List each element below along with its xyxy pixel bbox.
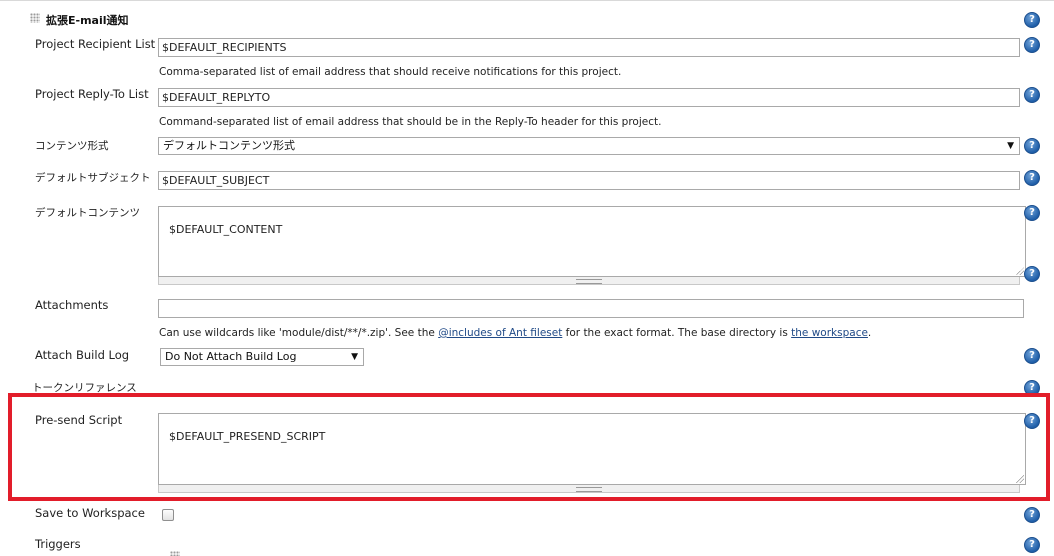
presend-script-label: Pre-send Script [35,413,123,427]
resize-handle-icon[interactable] [1016,475,1024,483]
default-subject-label: デフォルトサブジェクト [35,172,151,184]
replyto-list-input[interactable]: $DEFAULT_REPLYTO [158,88,1020,107]
presend-script-resize-bar[interactable] [158,485,1020,493]
attachments-description: Can use wildcards like 'module/dist/**/*… [159,327,871,339]
help-icon[interactable]: ? [1024,348,1040,364]
replyto-list-description: Command-separated list of email address … [159,116,662,128]
presend-script-value: $DEFAULT_PRESEND_SCRIPT [169,430,326,443]
chevron-down-icon: ▼ [1007,141,1014,151]
workspace-link[interactable]: the workspace [791,327,868,339]
default-content-value: $DEFAULT_CONTENT [169,223,283,236]
default-subject-input[interactable]: $DEFAULT_SUBJECT [158,171,1020,190]
content-type-label: コンテンツ形式 [35,140,109,152]
triggers-label: Triggers [35,537,81,551]
recipient-list-input[interactable]: $DEFAULT_RECIPIENTS [158,38,1020,57]
help-icon[interactable]: ? [1024,138,1040,154]
default-content-textarea[interactable]: $DEFAULT_CONTENT [158,206,1026,277]
grip-lines-icon [576,487,602,492]
save-to-workspace-label: Save to Workspace [35,506,145,520]
chevron-down-icon: ▼ [351,352,358,362]
drag-grip-icon[interactable] [30,13,40,23]
top-divider [0,0,1054,1]
resize-handle-icon[interactable] [1016,267,1024,275]
section-title: 拡張E-mail通知 [46,14,129,27]
content-type-select[interactable]: デフォルトコンテンツ形式 ▼ [158,137,1020,155]
help-icon[interactable]: ? [1024,87,1040,103]
drag-grip-icon[interactable] [170,551,180,556]
ant-fileset-link[interactable]: @includes of Ant fileset [438,327,562,339]
attach-build-log-value: Do Not Attach Build Log [165,350,297,363]
help-icon[interactable]: ? [1024,205,1040,221]
attachments-desc-text: for the exact format. The base directory… [562,327,792,339]
attachments-input[interactable] [158,299,1024,318]
help-icon[interactable]: ? [1024,537,1040,553]
help-icon[interactable]: ? [1024,170,1040,186]
help-icon[interactable]: ? [1024,507,1040,523]
attachments-desc-text: . [867,327,872,339]
recipient-list-label: Project Recipient List [35,37,156,51]
grip-lines-icon [576,279,602,284]
attach-build-log-select[interactable]: Do Not Attach Build Log ▼ [160,348,364,366]
default-content-label: デフォルトコンテンツ [35,207,140,219]
recipient-list-description: Comma-separated list of email address th… [159,66,622,78]
attachments-desc-text: Can use wildcards like 'module/dist/**/*… [159,327,439,339]
save-to-workspace-checkbox[interactable] [162,509,174,521]
attachments-label: Attachments [35,298,109,312]
help-icon[interactable]: ? [1024,12,1040,28]
default-content-resize-bar[interactable] [158,277,1020,285]
help-icon[interactable]: ? [1024,266,1040,282]
content-type-value: デフォルトコンテンツ形式 [163,139,295,152]
presend-script-textarea[interactable]: $DEFAULT_PRESEND_SCRIPT [158,413,1026,485]
attach-build-log-label: Attach Build Log [35,348,130,362]
replyto-list-label: Project Reply-To List [35,87,149,101]
help-icon[interactable]: ? [1024,37,1040,53]
help-icon[interactable]: ? [1024,413,1040,429]
